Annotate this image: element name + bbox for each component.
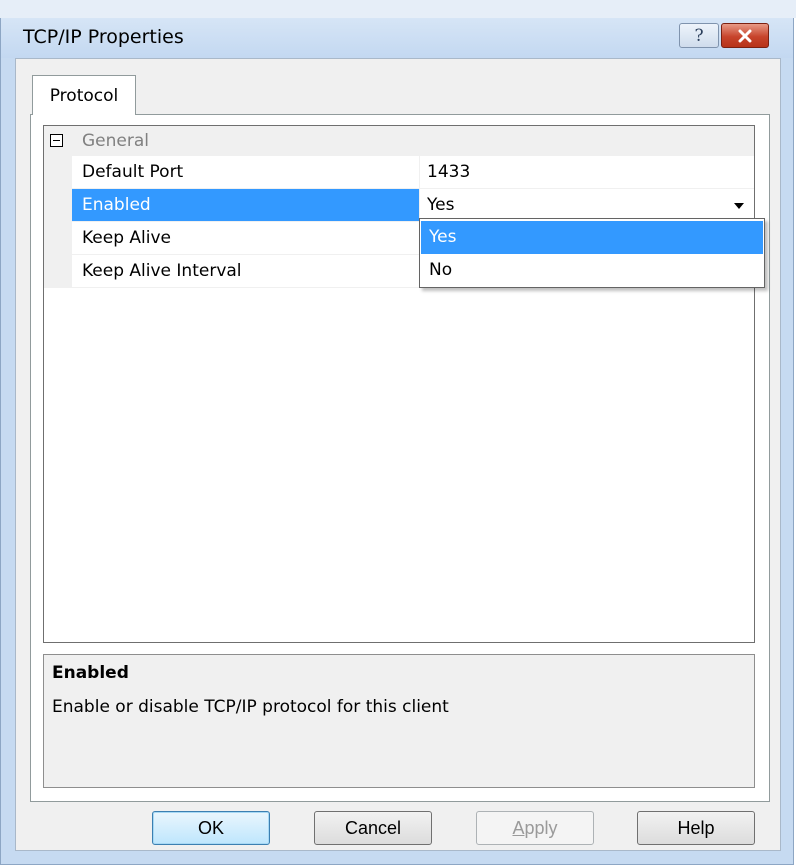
property-name: Enabled	[72, 189, 419, 222]
ok-button[interactable]: OK	[152, 811, 270, 845]
cancel-button-label: Cancel	[344, 817, 402, 838]
collapse-icon[interactable]	[50, 134, 63, 147]
row-gutter	[44, 189, 72, 222]
window-title: TCP/IP Properties	[23, 26, 184, 48]
row-gutter	[44, 255, 72, 288]
property-grid: General Default Port 1433 Enabled Yes Ke…	[43, 125, 765, 643]
help-dialog-button[interactable]: Help	[637, 811, 755, 845]
enabled-dropdown-list[interactable]: Yes No	[419, 218, 765, 288]
close-icon	[738, 29, 752, 42]
description-title: Enabled	[52, 663, 129, 683]
property-name: Keep Alive Interval	[72, 255, 419, 288]
help-button-label: Help	[677, 817, 715, 838]
apply-button-label: pply	[524, 817, 558, 838]
description-panel: Enabled Enable or disable TCP/IP protoco…	[43, 654, 755, 788]
tab-protocol[interactable]: Protocol	[32, 75, 136, 115]
property-row-default-port[interactable]: Default Port 1433	[44, 156, 754, 189]
row-gutter	[44, 156, 72, 189]
dropdown-option-no[interactable]: No	[421, 254, 763, 287]
tab-panel-protocol: General Default Port 1433 Enabled Yes Ke…	[30, 114, 770, 802]
ok-button-label: OK	[197, 817, 224, 838]
category-label: General	[82, 131, 149, 151]
apply-button[interactable]: Apply	[476, 811, 594, 845]
title-bar[interactable]: TCP/IP Properties ?	[1, 18, 793, 58]
help-button[interactable]: ?	[679, 23, 719, 48]
dropdown-option-yes[interactable]: Yes	[421, 221, 763, 254]
description-text: Enable or disable TCP/IP protocol for th…	[52, 697, 449, 717]
category-row-general[interactable]: General	[44, 126, 754, 156]
tab-protocol-label: Protocol	[49, 85, 119, 106]
question-mark-icon: ?	[694, 25, 704, 46]
property-value[interactable]: 1433	[419, 156, 754, 189]
desktop-strip	[0, 0, 796, 18]
dialog-window: TCP/IP Properties ? Protocol General Def…	[0, 18, 794, 865]
dropdown-arrow-icon[interactable]	[728, 196, 750, 216]
close-button[interactable]	[721, 23, 769, 48]
dialog-client-area: Protocol General Default Port 1433 Enabl…	[15, 58, 781, 851]
property-name: Default Port	[72, 156, 419, 189]
property-value: Yes	[427, 195, 455, 215]
apply-accelerator: A	[512, 817, 525, 838]
row-gutter	[44, 222, 72, 255]
property-name: Keep Alive	[72, 222, 419, 255]
cancel-button[interactable]: Cancel	[314, 811, 432, 845]
